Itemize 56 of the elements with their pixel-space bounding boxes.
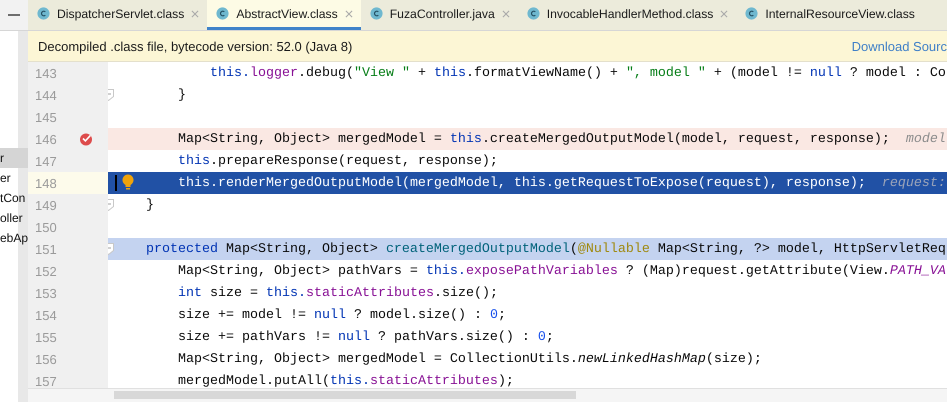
code-line: } xyxy=(146,198,154,212)
editor-tab[interactable]: AbstractView.class xyxy=(207,0,361,30)
line-number: 145 xyxy=(35,110,57,124)
lightbulb-icon[interactable] xyxy=(122,174,134,191)
line-number: 156 xyxy=(35,352,57,366)
line-number: 152 xyxy=(35,264,57,278)
line-number: 148 xyxy=(35,176,57,190)
download-source-link[interactable]: Download Sourc xyxy=(852,38,947,54)
banner-message: Decompiled .class file, bytecode version: 52.0 (Java 8) xyxy=(38,38,352,54)
code-line: size += pathVars != null ? pathVars.size() : 0; xyxy=(178,330,554,344)
text-caret xyxy=(115,175,117,191)
close-icon[interactable] xyxy=(191,10,200,18)
class-file-icon xyxy=(37,7,50,20)
line-number: 144 xyxy=(35,88,57,102)
project-tree-item[interactable]: r xyxy=(0,148,28,168)
line-number: 151 xyxy=(35,242,57,256)
code-line: } xyxy=(178,88,186,102)
code-line: mergedModel.putAll(this.staticAttributes); xyxy=(178,374,514,388)
project-tree-item[interactable]: oller xyxy=(0,208,23,228)
project-tree-item[interactable]: er xyxy=(0,168,11,188)
line-number: 146 xyxy=(35,132,57,146)
inlay-hint: request: xyxy=(882,176,946,190)
class-file-icon xyxy=(370,7,383,20)
project-tree-item[interactable]: ebAp xyxy=(0,228,28,248)
code-line: Map<String, Object> mergedModel = CollectionUtils.newLinkedHashMap(size); xyxy=(178,352,762,366)
editor-tab[interactable]: DispatcherServlet.class xyxy=(28,0,208,30)
code-line: Map<String, Object> pathVars = this.exposePathVariables ? (Map)request.getAttribute(View.PATH_VA xyxy=(178,264,946,278)
class-file-icon xyxy=(745,7,758,20)
close-icon[interactable] xyxy=(344,10,353,18)
minimize-icon[interactable] xyxy=(8,13,20,17)
line-number: 150 xyxy=(35,220,57,234)
class-file-icon xyxy=(216,7,230,20)
code-line: int size = this.staticAttributes.size(); xyxy=(178,286,498,300)
code-line: this.logger.debug("View " + this.formatViewName() + ", model " + (model != null ? model : Co xyxy=(210,66,946,80)
line-number: 155 xyxy=(35,330,57,344)
code-line: this.renderMergedOutputModel(mergedModel, this.getRequestToExpose(request), response); xyxy=(178,176,866,190)
project-tree-item[interactable]: tCon xyxy=(0,188,26,208)
line-number: 143 xyxy=(35,66,57,80)
line-number: 147 xyxy=(35,154,57,168)
line-number: 157 xyxy=(35,374,57,388)
class-file-icon xyxy=(526,7,540,20)
breakpoint-icon[interactable] xyxy=(79,132,93,146)
code-line: size += model != null ? model.size() : 0; xyxy=(178,308,506,322)
close-icon[interactable] xyxy=(720,10,728,18)
inlay-hint: model xyxy=(906,132,946,146)
editor-tab[interactable]: InvocableHandlerMethod.class xyxy=(518,0,736,30)
close-icon[interactable] xyxy=(502,10,510,18)
editor-tab[interactable]: InternalResourceView.class xyxy=(736,0,923,30)
line-number: 154 xyxy=(35,308,57,322)
line-number: 149 xyxy=(35,198,57,212)
horizontal-scrollbar[interactable] xyxy=(28,388,947,402)
line-number: 153 xyxy=(35,286,57,300)
editor-tab[interactable]: FuzaController.java xyxy=(360,0,518,30)
code-line: Map<String, Object> mergedModel = this.createMergedOutputModel(model, request, response); xyxy=(178,132,890,146)
code-line: this.prepareResponse(request, response); xyxy=(178,154,498,168)
code-line: protected Map<String, Object> createMergedOutputModel(@Nullable Map<String, ?> model, HttpServletReq xyxy=(146,242,946,256)
